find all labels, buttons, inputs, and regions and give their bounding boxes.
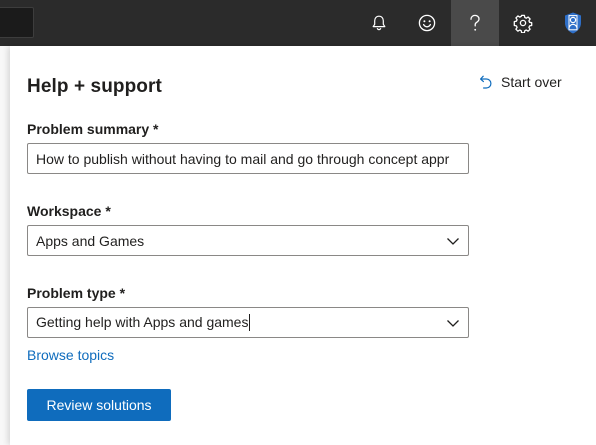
smiley-icon xyxy=(418,14,436,32)
workspace-selected-value: Apps and Games xyxy=(36,232,145,249)
settings-button[interactable] xyxy=(499,0,547,46)
start-over-label: Start over xyxy=(501,74,562,90)
feedback-button[interactable] xyxy=(403,0,451,46)
workspace-label: Workspace * xyxy=(27,203,111,219)
text-cursor xyxy=(249,314,251,332)
gear-icon xyxy=(513,14,533,33)
notifications-button[interactable] xyxy=(355,0,403,46)
problem-summary-input[interactable] xyxy=(27,143,469,174)
bell-icon xyxy=(372,15,386,31)
start-over-button[interactable]: Start over xyxy=(479,71,562,93)
problem-type-selected-value: Getting help with Apps and games xyxy=(36,313,249,330)
avatar xyxy=(565,12,581,34)
browse-topics-link[interactable]: Browse topics xyxy=(27,347,114,363)
background-page-edge xyxy=(0,46,10,445)
chevron-down-icon xyxy=(447,319,459,327)
problem-type-dropdown[interactable]: Getting help with Apps and games xyxy=(27,307,469,338)
chevron-down-icon xyxy=(447,237,459,245)
panel-title: Help + support xyxy=(27,76,162,97)
problem-summary-label: Problem summary * xyxy=(27,121,159,137)
review-solutions-button[interactable]: Review solutions xyxy=(27,389,171,421)
workspace-dropdown[interactable]: Apps and Games xyxy=(27,225,469,256)
help-panel: Help + support Start over Problem summar… xyxy=(10,46,596,445)
undo-icon xyxy=(480,75,492,89)
help-button[interactable] xyxy=(451,0,499,46)
top-bar xyxy=(0,0,596,46)
problem-type-label: Problem type * xyxy=(27,285,126,301)
search-box[interactable] xyxy=(0,7,34,38)
help-icon xyxy=(470,14,480,31)
account-button[interactable] xyxy=(549,0,596,46)
